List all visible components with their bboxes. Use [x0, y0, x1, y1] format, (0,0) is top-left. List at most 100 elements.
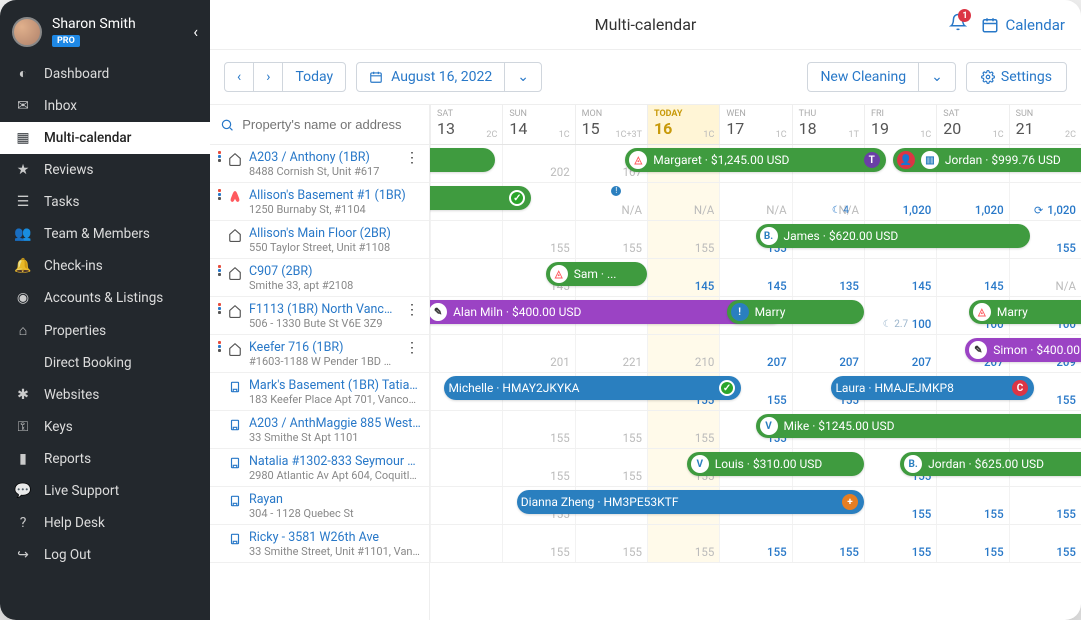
sidebar-item-tasks[interactable]: ☰Tasks [0, 186, 210, 218]
property-item[interactable]: Rayan304 - 1128 Quebec St [210, 487, 429, 525]
calendar-cell[interactable]: 155 [575, 221, 647, 258]
today-button[interactable]: Today [283, 63, 345, 91]
calendar-cell[interactable]: 155 [502, 221, 574, 258]
property-item[interactable]: Allison's Main Floor (2BR)550 Taylor Str… [210, 221, 429, 259]
calendar-cell[interactable]: 201 [502, 335, 574, 372]
sidebar-item-inbox[interactable]: ✉Inbox [0, 90, 210, 122]
booking-bar[interactable]: ◬MarryC [969, 300, 1081, 324]
sidebar-item-live-support[interactable]: 💬Live Support [0, 475, 210, 507]
booking-bar[interactable]: Laura · HMAJEJMKP8C [831, 376, 1034, 400]
calendar-cell[interactable]: 155 [792, 525, 864, 562]
day-header[interactable]: SAT132C [430, 105, 502, 144]
calendar-cell[interactable] [430, 525, 502, 562]
day-header[interactable]: SAT201C [936, 105, 1008, 144]
calendar-cell[interactable]: ⟳1,020 [1009, 183, 1081, 220]
day-header[interactable]: MON151C+3T [575, 105, 647, 144]
calendar-cell[interactable]: 155 [647, 411, 719, 448]
calendar-cell[interactable]: 207 [792, 335, 864, 372]
calendar-cell[interactable]: ☾ 4N/A [792, 183, 864, 220]
sidebar-item-properties[interactable]: ⌂Properties [0, 314, 210, 347]
calendar-cell[interactable]: !N/A [575, 183, 647, 220]
sidebar-item-log-out[interactable]: ↪Log Out [0, 539, 210, 571]
sidebar-item-accounts-listings[interactable]: ◉Accounts & Listings [0, 282, 210, 314]
calendar-cell[interactable]: 155 [936, 487, 1008, 524]
calendar-cell[interactable]: N/A [719, 183, 791, 220]
sidebar-item-reports[interactable]: ▮Reports [0, 443, 210, 475]
more-icon[interactable]: ⋮ [403, 340, 421, 356]
day-header[interactable]: SUN141C [502, 105, 574, 144]
sidebar-item-websites[interactable]: ✱Websites [0, 379, 210, 411]
sidebar-item-multi-calendar[interactable]: ▦Multi-calendar [0, 122, 210, 154]
property-item[interactable]: A203 / AnthMaggie 885 West...33 Smithe S… [210, 411, 429, 449]
calendar-cell[interactable]: 135 [792, 259, 864, 296]
booking-bar[interactable]: ✓ [430, 148, 495, 172]
calendar-cell[interactable]: 155 [575, 449, 647, 486]
calendar-cell[interactable]: 155 [1009, 487, 1081, 524]
calendar-cell[interactable]: N/A [647, 183, 719, 220]
sidebar-item-dashboard[interactable]: ◐Dashboard [0, 57, 210, 90]
calendar-cell[interactable]: 155 [936, 525, 1008, 562]
user-row[interactable]: Sharon Smith PRO ‹ [0, 12, 210, 57]
booking-bar[interactable]: ◬Margaret · $1,245.00 USDT [625, 148, 885, 172]
calendar-cell[interactable] [430, 221, 502, 258]
more-icon[interactable]: ⋮ [403, 302, 421, 318]
calendar-cell[interactable]: 145 [936, 259, 1008, 296]
calendar-cell[interactable]: 145 [719, 259, 791, 296]
calendar-cell[interactable]: 145 [647, 259, 719, 296]
property-item[interactable]: Ricky - 3581 W26th Ave33 Smithe Street, … [210, 525, 429, 563]
calendar-cell[interactable]: 207 [864, 335, 936, 372]
new-cleaning-dropdown-icon[interactable]: ⌄ [919, 63, 955, 91]
calendar-cell[interactable] [430, 335, 502, 372]
more-icon[interactable]: ⋮ [403, 150, 421, 166]
calendar-cell[interactable]: 221 [575, 335, 647, 372]
booking-bar[interactable]: B.Jordan · $625.00 USD [900, 452, 1081, 476]
calendar-cell[interactable]: 1,020 [936, 183, 1008, 220]
calendar-cell[interactable]: 155 [647, 525, 719, 562]
calendar-cell[interactable] [430, 487, 502, 524]
date-picker[interactable]: August 16, 2022 ⌄ [356, 62, 542, 92]
day-header[interactable]: SUN212C [1009, 105, 1081, 144]
day-header[interactable]: THU181T [792, 105, 864, 144]
calendar-link[interactable]: Calendar [981, 16, 1065, 34]
booking-bar[interactable]: Michelle · HMAY2JKYKA✓ [444, 376, 741, 400]
bell-icon[interactable]: 1 [949, 13, 967, 36]
sidebar-item-reviews[interactable]: ★Reviews [0, 154, 210, 186]
calendar-cell[interactable]: N/A [1009, 259, 1081, 296]
calendar-cell[interactable]: 155 [575, 411, 647, 448]
calendar-cell[interactable]: 207 [719, 335, 791, 372]
calendar-cell[interactable]: 1,020 [864, 183, 936, 220]
property-item[interactable]: F1113 (1BR) North Vancouver506 - 1330 Bu… [210, 297, 429, 335]
calendar-cell[interactable]: 155 [502, 411, 574, 448]
calendar-cell[interactable]: 145 [864, 259, 936, 296]
calendar-cell[interactable]: 155 [1009, 525, 1081, 562]
calendar-cell[interactable]: 155 [647, 221, 719, 258]
calendar-cell[interactable]: 155 [575, 525, 647, 562]
booking-bar[interactable]: 👤▥Jordan · $999.76 USD [893, 148, 1081, 172]
calendar-cell[interactable]: 202 [502, 145, 574, 182]
day-header[interactable]: WEN171C [719, 105, 791, 144]
day-header[interactable]: TODAY161C [647, 105, 719, 144]
day-header[interactable]: FRI191C [864, 105, 936, 144]
booking-bar[interactable]: VMike · $1245.00 USD [756, 414, 1081, 438]
property-item[interactable]: Natalia #1302-833 Seymour 1...2980 Atlan… [210, 449, 429, 487]
property-item[interactable]: A203 / Anthony (1BR)8488 Cornish St, Uni… [210, 145, 429, 183]
booking-bar[interactable]: ✎Simon · $400.00 U [965, 338, 1081, 362]
property-item[interactable]: Mark's Basement (1BR) Tatiana183 Keefer … [210, 373, 429, 411]
property-item[interactable]: Keefer 716 (1BR)#1603-1188 W Pender 1BD … [210, 335, 429, 373]
settings-button[interactable]: Settings [966, 62, 1067, 92]
calendar-cell[interactable]: 155 [502, 449, 574, 486]
booking-bar[interactable]: ✓ [430, 186, 531, 210]
calendar-cell[interactable]: 155 [502, 525, 574, 562]
collapse-sidebar-icon[interactable]: ‹ [193, 22, 198, 41]
booking-bar[interactable]: B.James · $620.00 USD [756, 224, 1031, 248]
sidebar-item-check-ins[interactable]: 🔔Check-ins [0, 250, 210, 282]
date-dropdown-icon[interactable]: ⌄ [505, 63, 541, 91]
sidebar-item-direct-booking[interactable]: Direct Booking [0, 347, 210, 379]
sidebar-item-team-members[interactable]: 👥Team & Members [0, 218, 210, 250]
property-item[interactable]: C907 (2BR)Smithe 33, apt #2108 [210, 259, 429, 297]
booking-bar[interactable]: ◬Sam · ... [546, 262, 647, 286]
property-item[interactable]: Allison's Basement #1 (1BR)1250 Burnaby … [210, 183, 429, 221]
new-cleaning-button[interactable]: New Cleaning [808, 63, 919, 91]
prev-button[interactable]: ‹ [225, 63, 254, 91]
calendar-cell[interactable]: 155 [864, 525, 936, 562]
